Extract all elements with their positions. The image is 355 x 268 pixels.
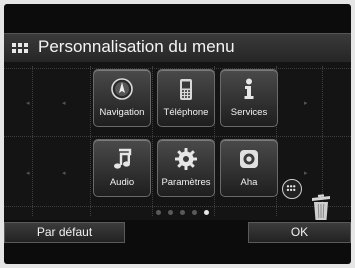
page-dot-active xyxy=(204,210,209,215)
guide-line xyxy=(152,66,153,216)
guide-line xyxy=(4,136,351,137)
guide-line xyxy=(32,66,33,216)
info-icon xyxy=(244,78,254,99)
guide-marker: ◂ xyxy=(62,100,66,107)
gear-icon xyxy=(175,148,197,170)
guide-marker: ◂ xyxy=(26,170,30,177)
screen: Personnalisation du menu ◂ ◂ ▸ ◂ ◂ ▸ Nav… xyxy=(4,4,351,264)
tile-services[interactable]: Services xyxy=(220,69,278,127)
tile-navigation[interactable]: Navigation xyxy=(93,69,151,127)
bottom-bar: Par défaut OK xyxy=(4,222,351,243)
trash-icon[interactable] xyxy=(309,192,333,222)
page-dot xyxy=(168,210,173,215)
menu-grid-icon xyxy=(12,43,28,54)
page-dot xyxy=(192,210,197,215)
guide-marker: ▸ xyxy=(304,170,308,177)
music-note-icon xyxy=(114,148,132,169)
title-bar: Personnalisation du menu xyxy=(4,33,351,63)
tile-telephone[interactable]: Téléphone xyxy=(157,69,215,127)
tile-audio[interactable]: Audio xyxy=(93,139,151,197)
page-indicator xyxy=(156,210,209,215)
guide-marker: ▸ xyxy=(304,100,308,107)
tile-label: Services xyxy=(230,107,268,118)
grid-dots-icon xyxy=(286,185,296,192)
guide-line xyxy=(4,206,351,207)
tile-label: Audio xyxy=(109,177,135,188)
guide-marker: ◂ xyxy=(26,100,30,107)
tile-aha[interactable]: Aha xyxy=(220,139,278,197)
page-dot xyxy=(180,210,185,215)
page-dot xyxy=(156,210,161,215)
tile-label: Paramètres xyxy=(161,177,211,188)
tile-label: Téléphone xyxy=(163,107,209,118)
guide-marker: ◂ xyxy=(62,170,66,177)
tile-label: Aha xyxy=(240,177,258,188)
default-button[interactable]: Par défaut xyxy=(4,222,125,243)
tile-label: Navigation xyxy=(99,107,145,118)
page-title: Personnalisation du menu xyxy=(38,37,235,56)
aha-icon xyxy=(240,150,258,168)
more-apps-button[interactable] xyxy=(282,179,302,199)
guide-line xyxy=(90,66,91,216)
tile-parametres[interactable]: Paramètres xyxy=(157,139,215,197)
phone-icon xyxy=(180,79,192,100)
ok-button[interactable]: OK xyxy=(248,222,351,243)
compass-icon xyxy=(111,78,133,100)
